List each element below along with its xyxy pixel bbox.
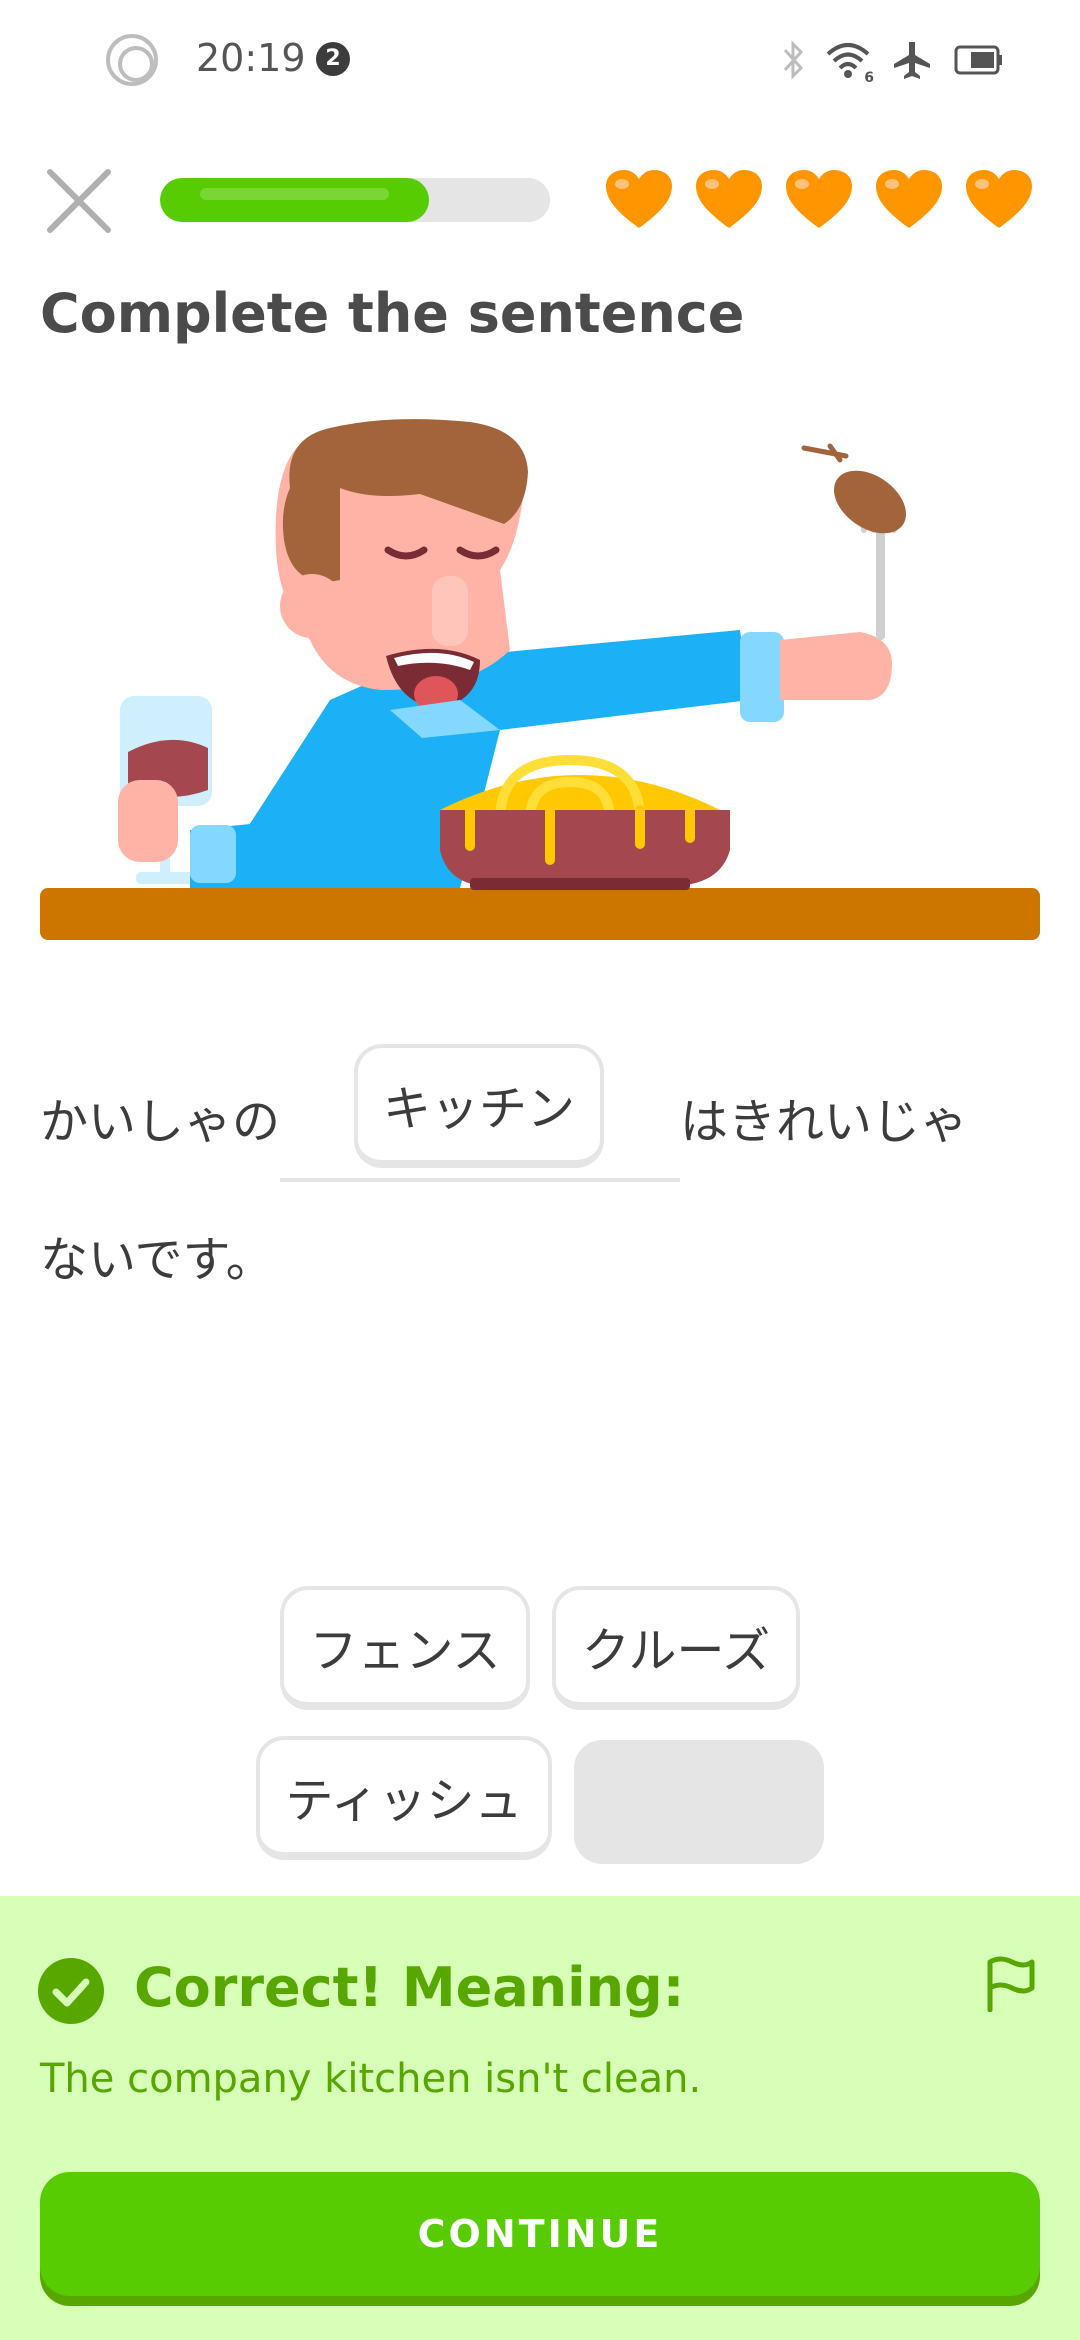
exercise-title: Complete the sentence (40, 282, 745, 345)
table-shape (40, 888, 1040, 940)
feedback-title: Correct! Meaning: (134, 1956, 685, 2019)
notification-badge: 2 (316, 42, 350, 76)
exercise-illustration (40, 419, 1040, 940)
wifi-icon: 6 (826, 40, 874, 86)
wifi-label: 6 (864, 70, 874, 86)
heart-icon (876, 170, 942, 228)
close-icon (47, 169, 111, 233)
heart-icon (966, 170, 1032, 228)
progress-shine (200, 188, 389, 200)
airplane-icon (894, 42, 930, 79)
heart-icon (696, 170, 762, 228)
sentence: かいしゃの キッチン はきれいじゃ ないです。 (40, 1040, 1040, 1300)
feedback-meaning: The company kitchen isn't clean. (40, 2056, 702, 2102)
heart-icon (606, 170, 672, 228)
check-circle-icon (38, 1958, 104, 2024)
heart-icon (786, 170, 852, 228)
status-bar: 20:19 2 6 (0, 0, 1080, 120)
status-time: 20:19 (196, 36, 306, 80)
feedback-panel: Correct! Meaning: The company kitchen is… (0, 1896, 1080, 2340)
sentence-part-2: はきれいじゃ (680, 1094, 969, 1150)
record-ring-icon (106, 34, 158, 86)
word-bank-empty-slot (574, 1740, 824, 1864)
lesson-progress-bar (160, 178, 550, 222)
sentence-part-1: かいしゃの (40, 1094, 281, 1150)
close-button[interactable] (44, 166, 114, 236)
status-icons: 6 (782, 36, 1004, 86)
answer-blank-line (280, 1178, 680, 1182)
continue-button[interactable]: CONTINUE (40, 2172, 1040, 2296)
bluetooth-icon (783, 40, 804, 80)
progress-fill (160, 178, 429, 222)
sentence-part-3: ないです。 (40, 1232, 274, 1288)
word-bank-option[interactable]: クルーズ (552, 1586, 800, 1710)
word-bank-option[interactable]: フェンス (280, 1586, 530, 1710)
word-bank-option[interactable]: ティッシュ (256, 1736, 552, 1860)
battery-icon (954, 45, 1002, 75)
answer-chip[interactable]: キッチン (354, 1044, 604, 1168)
hearts-counter (604, 168, 1034, 230)
report-flag-icon[interactable] (984, 1954, 1038, 2012)
